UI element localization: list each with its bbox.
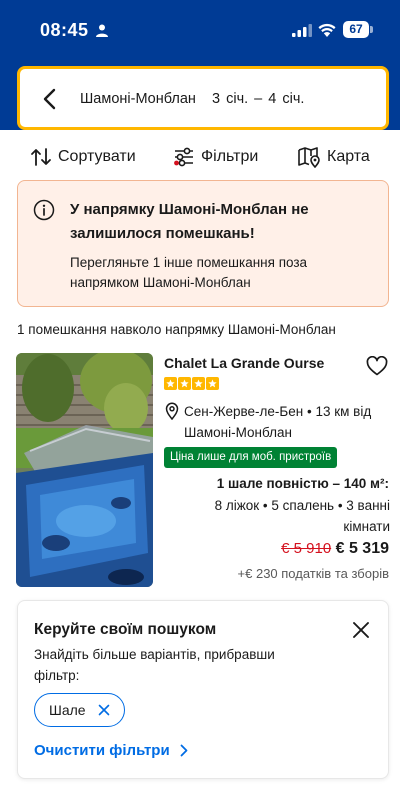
search-dates: 3 січ. – 4 січ. <box>212 91 305 107</box>
clear-filters-label: Очистити фільтри <box>34 742 170 759</box>
map-label: Карта <box>327 148 370 165</box>
map-icon <box>298 147 320 168</box>
alert-title: У напрямку Шамоні-Монблан не залишилося … <box>70 201 309 242</box>
property-location[interactable]: Сен-Жерве-ле-Бен • 13 км від Шамоні-Монб… <box>184 401 390 443</box>
no-results-alert: У напрямку Шамоні-Монблан не залишилося … <box>17 180 389 307</box>
clear-filters-link[interactable]: Очистити фільтри <box>34 742 188 759</box>
manage-search-text: Знайдіть більше варіантів, прибравши філ… <box>34 647 275 683</box>
current-price: € 5 319 <box>335 540 389 557</box>
filter-label: Фільтри <box>201 148 259 165</box>
property-name[interactable]: Chalet La Grande Ourse <box>164 355 324 371</box>
battery-nub <box>370 26 373 33</box>
unit-title: 1 шале повністю – 140 м²: <box>216 476 389 491</box>
manage-search-title: Керуйте своїм пошуком <box>34 621 217 638</box>
battery-level: 67 <box>343 21 369 38</box>
filter-button[interactable]: Фільтри <box>173 146 258 168</box>
location-pin-icon <box>165 402 179 420</box>
app-header: 08:45 67 Шамоні-Монблан 3 січ. – 4 січ. <box>0 0 400 140</box>
sort-button[interactable]: Сортувати <box>30 146 136 168</box>
info-icon <box>33 199 55 221</box>
star-icon <box>164 377 177 390</box>
search-summary-box[interactable]: Шамоні-Монблан 3 січ. – 4 січ. <box>17 66 389 130</box>
map-button[interactable]: Карта <box>297 146 370 168</box>
old-price: € 5 910 <box>281 540 332 557</box>
filter-chip-label: Шале <box>49 702 86 718</box>
sort-label: Сортувати <box>58 148 136 165</box>
results-count: 1 помешкання навколо напрямку Шамоні-Мон… <box>17 322 336 337</box>
signal-icon <box>292 24 312 37</box>
manage-search-card: Керуйте своїм пошуком Знайдіть більше ва… <box>17 600 389 779</box>
results-toolbar: Сортувати Фільтри Карта <box>0 130 400 180</box>
mobile-price-badge: Ціна лише для моб. пристроїв <box>164 447 338 468</box>
hot-tub-photo <box>16 353 153 587</box>
taxes-note: +€ 230 податків та зборів <box>237 566 389 581</box>
star-rating <box>164 377 220 391</box>
unit-details: 8 ліжок • 5 спалень • 3 ванні кімнати <box>214 498 390 534</box>
filter-sliders-icon <box>174 147 193 167</box>
battery-indicator: 67 <box>343 21 373 38</box>
star-icon <box>206 377 219 390</box>
star-icon <box>192 377 205 390</box>
back-arrow-icon[interactable] <box>42 88 56 110</box>
property-photo[interactable] <box>16 353 153 587</box>
sort-arrows-icon <box>31 148 51 166</box>
alert-body: Перегляньте 1 інше помешкання поза напря… <box>70 255 308 290</box>
person-icon <box>96 24 108 37</box>
search-destination: Шамоні-Монблан <box>80 91 196 107</box>
chevron-right-icon <box>180 744 188 757</box>
close-icon[interactable] <box>352 621 370 639</box>
remove-filter-icon[interactable] <box>98 704 110 716</box>
filter-chip-chalet[interactable]: Шале <box>34 693 125 727</box>
status-bar: 08:45 67 <box>0 0 400 60</box>
status-time: 08:45 <box>40 20 89 40</box>
price-row: € 5 910 € 5 319 <box>281 540 389 558</box>
heart-icon[interactable] <box>366 356 388 376</box>
star-icon <box>178 377 191 390</box>
wifi-icon <box>318 23 336 37</box>
